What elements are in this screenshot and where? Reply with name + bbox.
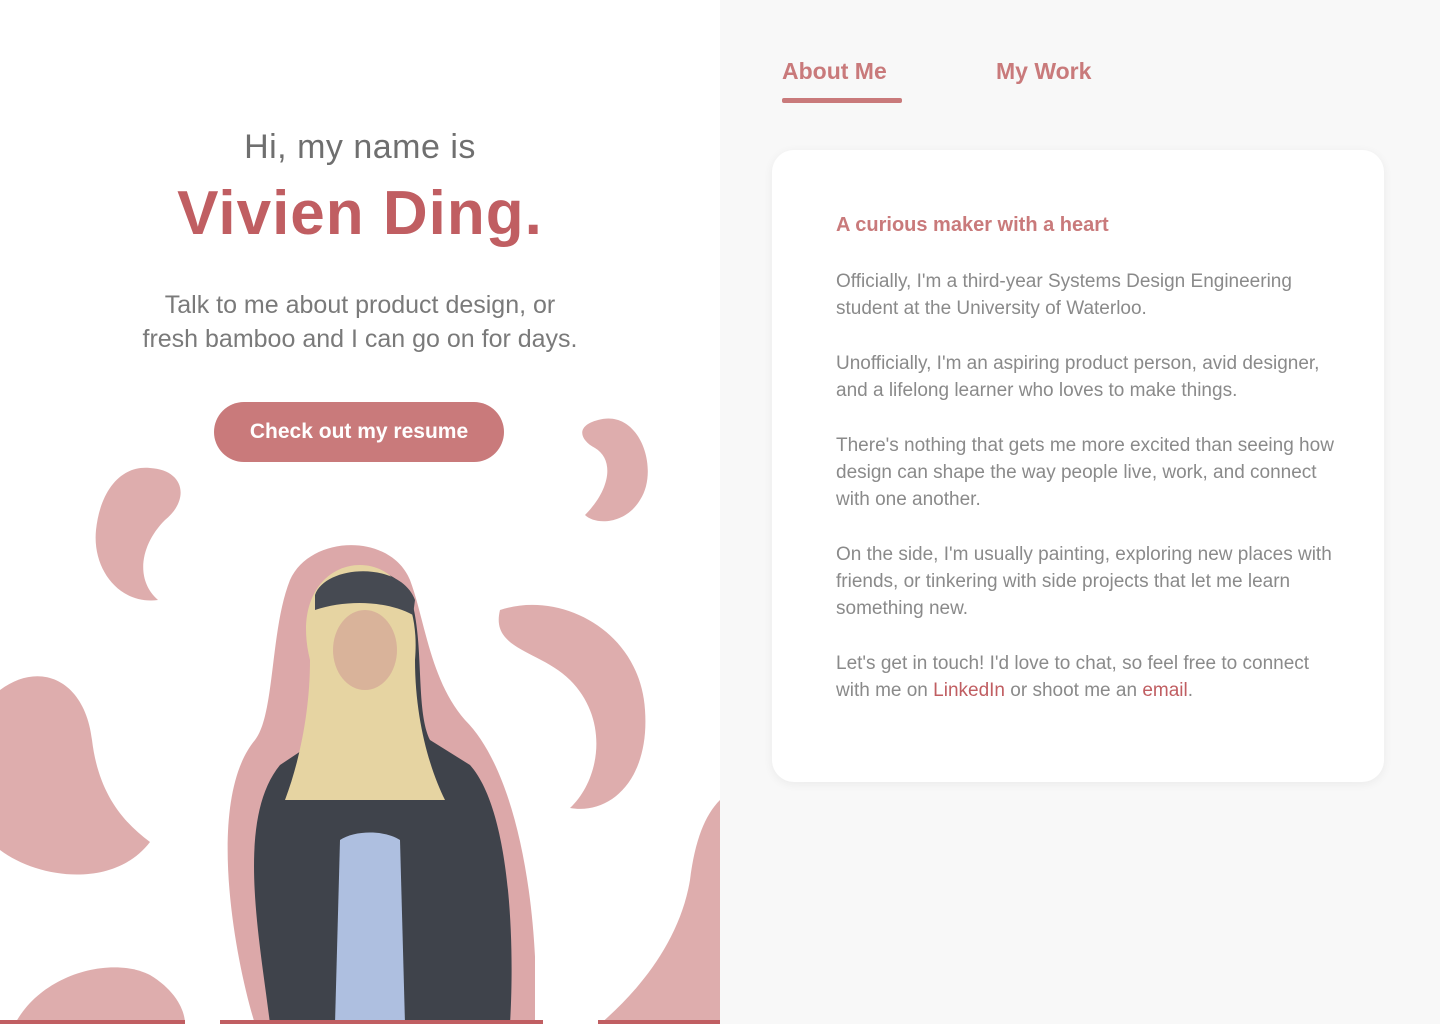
- about-paragraph: Officially, I'm a third-year Systems Des…: [836, 271, 1292, 319]
- about-card: A curious maker with a heart Officially,…: [772, 150, 1384, 782]
- greeting-text: Hi, my name is: [244, 128, 476, 166]
- about-title: A curious maker with a heart: [836, 214, 1109, 236]
- contact-text: or shoot me an: [1010, 680, 1138, 701]
- accent-bar: [220, 1020, 543, 1024]
- tab-about-me[interactable]: About Me: [782, 58, 902, 103]
- resume-button[interactable]: Check out my resume: [214, 402, 504, 462]
- about-paragraph: Unofficially, I'm an aspiring product pe…: [836, 353, 1320, 401]
- blob-bottom-left: [15, 967, 185, 1024]
- tagline: Talk to me about product design, or fres…: [142, 291, 578, 353]
- about-paragraph: There's nothing that gets me more excite…: [836, 435, 1334, 510]
- accent-bar: [598, 1020, 720, 1024]
- profile-photo: [227, 545, 535, 1024]
- linkedin-link[interactable]: LinkedIn: [933, 680, 1005, 701]
- blob-top-right: [582, 418, 648, 522]
- blob-bottom-right: [600, 800, 720, 1024]
- blob-left-top: [95, 467, 181, 601]
- contact-paragraph: Let's get in touch! I'd love to chat, so…: [836, 650, 1336, 704]
- contact-text: .: [1187, 680, 1193, 701]
- email-link[interactable]: email: [1142, 680, 1187, 701]
- intro-panel: Hi, my name is Vivien Ding. Talk to me a…: [0, 0, 720, 1024]
- accent-bar: [0, 1020, 185, 1024]
- hero-name: Vivien Ding.: [177, 179, 543, 248]
- about-body: Officially, I'm a third-year Systems Des…: [836, 268, 1336, 732]
- about-paragraph: On the side, I'm usually painting, explo…: [836, 544, 1332, 619]
- tab-my-work[interactable]: My Work: [996, 58, 1091, 85]
- bottom-accent-bars: [0, 1020, 720, 1024]
- blob-left-mid: [0, 676, 150, 875]
